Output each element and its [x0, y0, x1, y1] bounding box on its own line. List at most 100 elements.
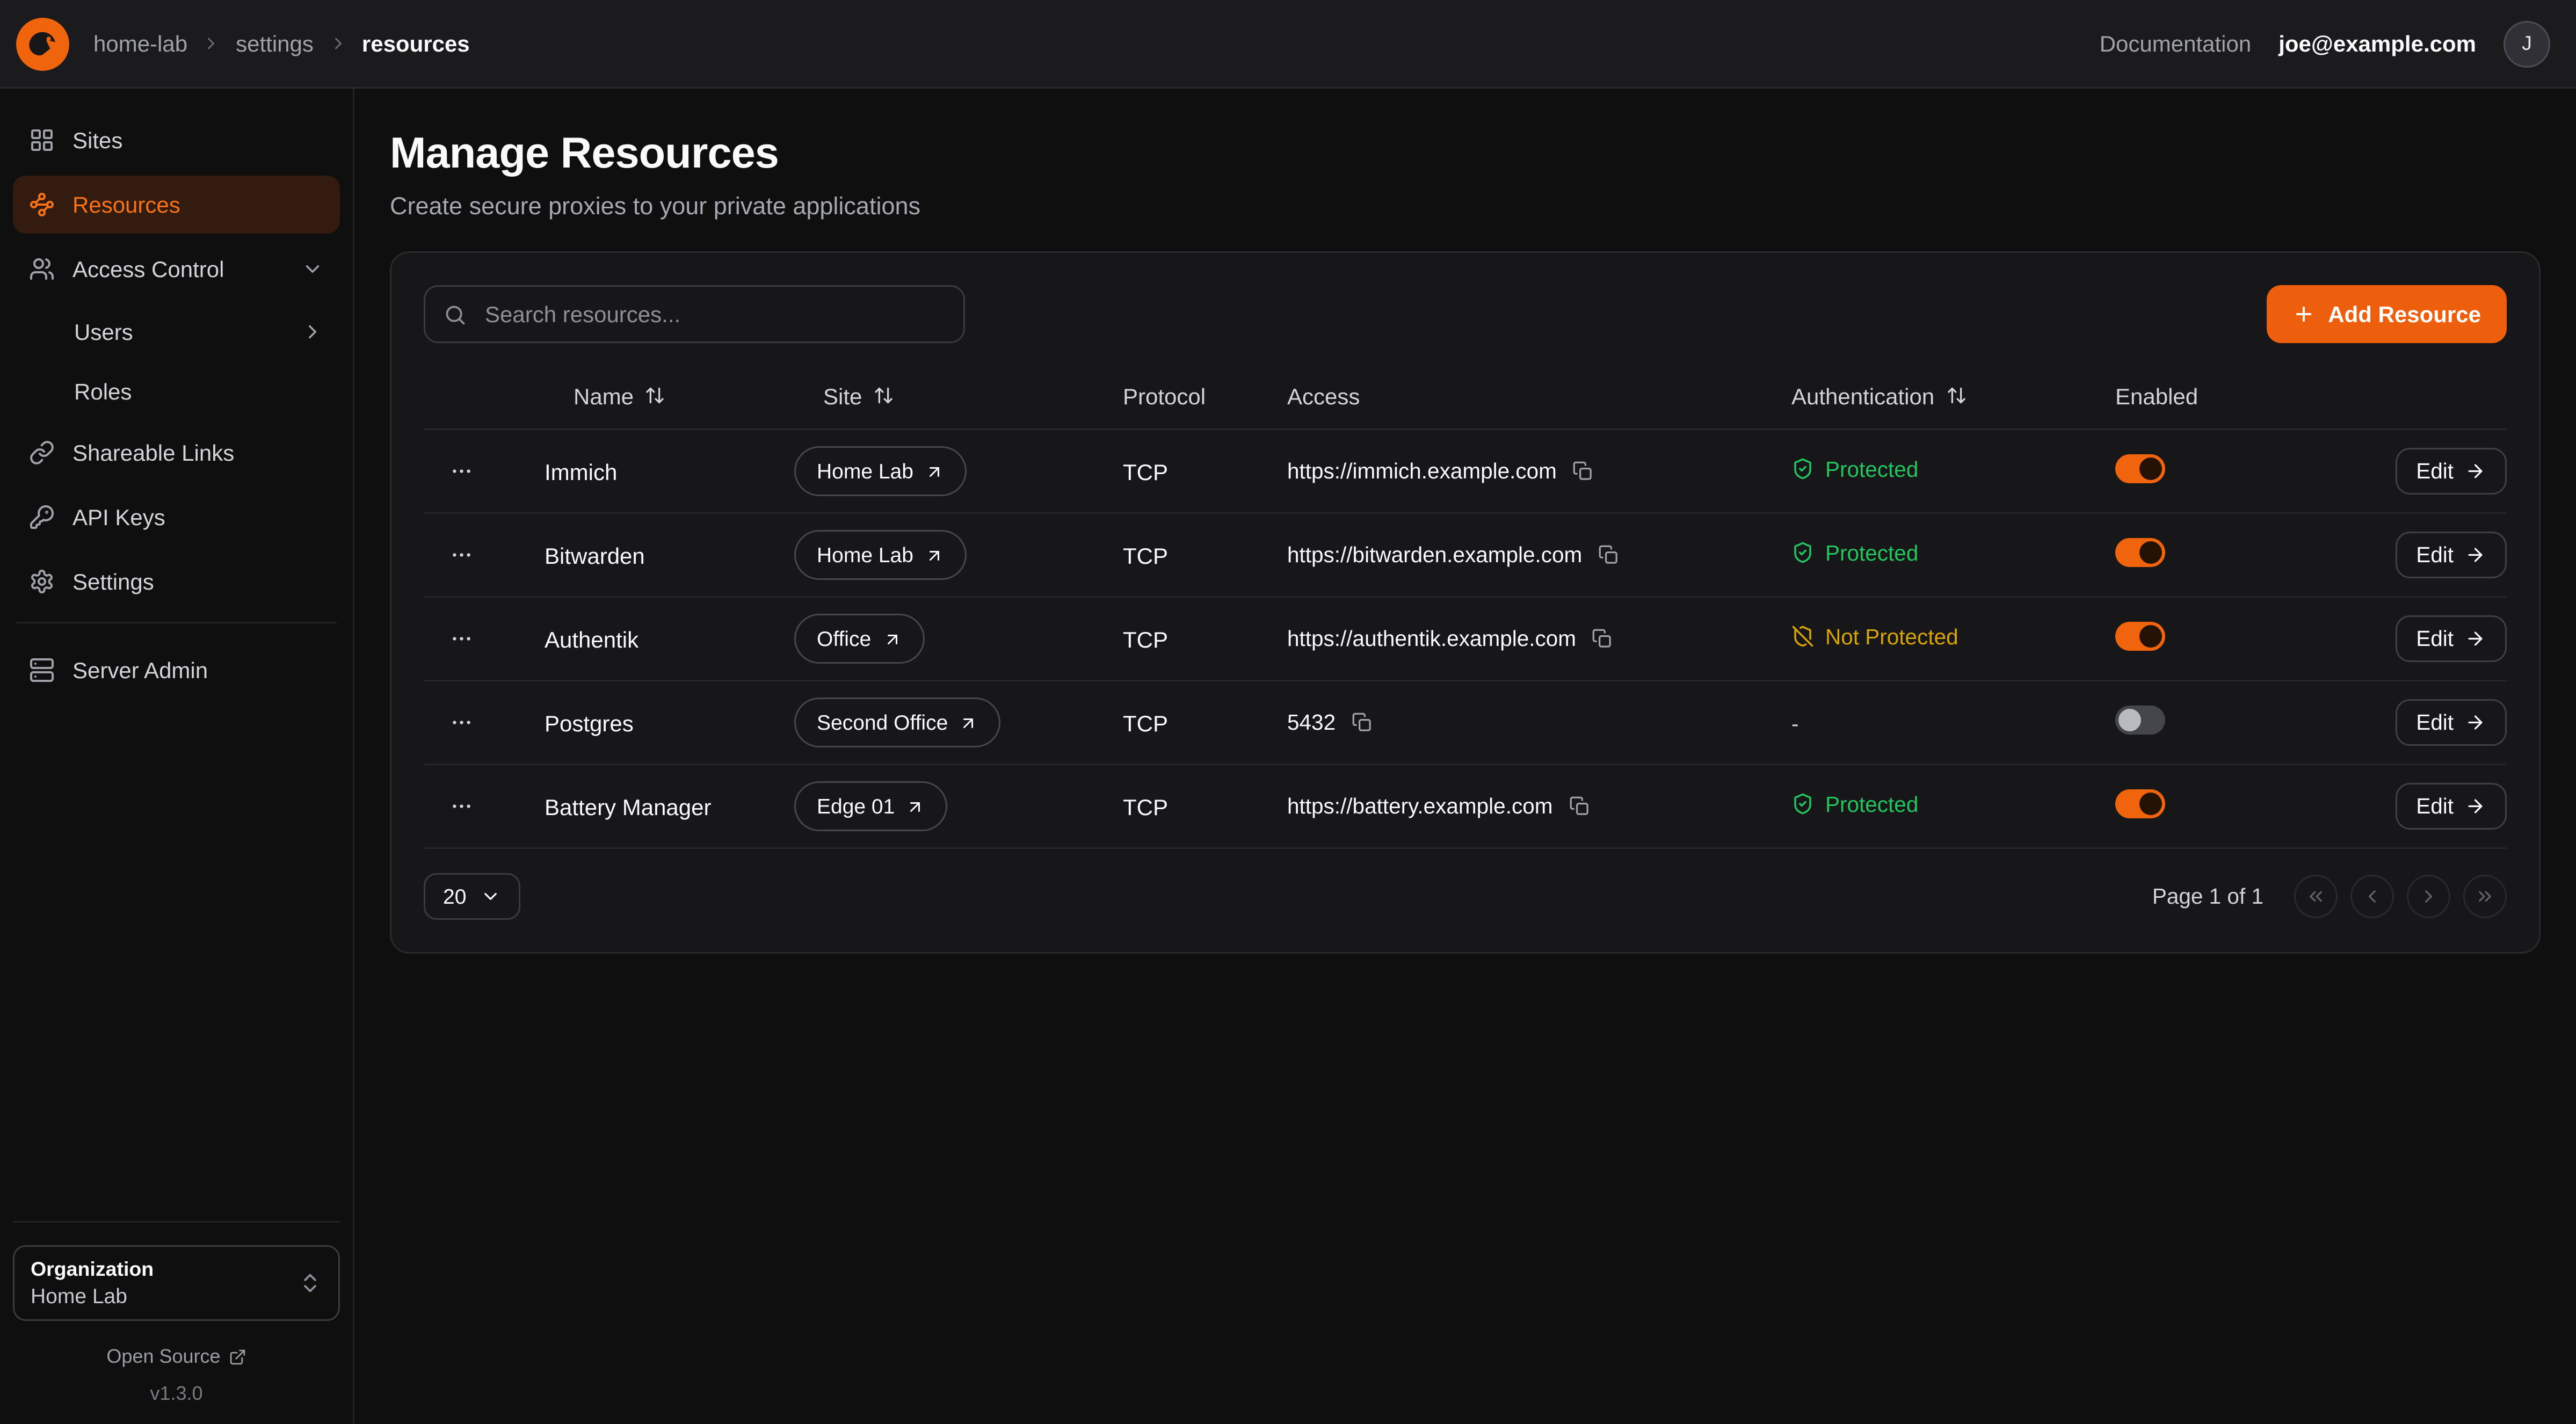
sort-icon — [1946, 385, 1967, 406]
copy-button[interactable] — [1598, 544, 1619, 565]
breadcrumb-settings[interactable]: settings — [236, 31, 314, 56]
enabled-cell — [2115, 706, 2338, 739]
sidebar-item-access-control[interactable]: Access Control — [13, 240, 340, 298]
copy-button[interactable] — [1573, 461, 1594, 482]
copy-icon — [1598, 544, 1619, 565]
breadcrumb-current: resources — [362, 31, 470, 56]
access-cell: https://authentik.example.com — [1287, 627, 1791, 651]
edit-button[interactable]: Edit — [2395, 448, 2507, 495]
chevrons-left-icon — [2305, 886, 2326, 907]
protocol-cell: TCP — [1123, 794, 1287, 819]
topbar: home-lab settings resources Documentatio… — [0, 0, 2576, 89]
site-name: Home Lab — [817, 543, 913, 567]
column-header-name[interactable]: Name — [545, 383, 794, 409]
topbar-left: home-lab settings resources — [16, 17, 470, 70]
column-header-authentication[interactable]: Authentication — [1791, 383, 2115, 409]
enabled-toggle[interactable] — [2115, 454, 2165, 483]
sidebar-item-label: Roles — [74, 379, 132, 404]
grid-icon — [29, 127, 55, 153]
column-header-access: Access — [1287, 383, 1791, 409]
row-menu-cell — [424, 543, 545, 567]
previous-page-button[interactable] — [2350, 875, 2394, 918]
chevron-down-icon — [301, 258, 324, 280]
table-row: Immich Home Lab TCP https://immich.examp… — [424, 430, 2507, 514]
resources-card: Add Resource Name Site — [390, 251, 2541, 954]
sidebar-item-roles[interactable]: Roles — [13, 364, 340, 419]
chevrons-up-down-icon — [298, 1271, 322, 1295]
sidebar-item-sites[interactable]: Sites — [13, 111, 340, 169]
authentication-cell: Not Protected — [1791, 624, 2115, 653]
breadcrumb-org[interactable]: home-lab — [93, 31, 187, 56]
edit-button[interactable]: Edit — [2395, 783, 2507, 830]
ellipsis-icon — [449, 627, 474, 651]
add-resource-label: Add Resource — [2328, 301, 2481, 327]
column-label: Authentication — [1791, 383, 1934, 409]
table-body: Immich Home Lab TCP https://immich.examp… — [424, 430, 2507, 849]
next-page-button[interactable] — [2407, 875, 2450, 918]
column-label: Protocol — [1123, 383, 1206, 409]
site-link-button[interactable]: Home Lab — [794, 446, 967, 496]
sidebar-item-settings[interactable]: Settings — [13, 553, 340, 611]
organization-label: Organization — [31, 1258, 154, 1281]
arrow-up-right-icon — [925, 546, 944, 565]
avatar[interactable]: J — [2504, 20, 2550, 67]
edit-button[interactable]: Edit — [2395, 532, 2507, 578]
page-title: Manage Resources — [390, 129, 2541, 179]
page-size-select[interactable]: 20 — [424, 873, 521, 920]
protocol-cell: TCP — [1123, 626, 1287, 652]
sidebar-item-shareable-links[interactable]: Shareable Links — [13, 424, 340, 482]
enabled-cell — [2115, 789, 2338, 823]
edit-button[interactable]: Edit — [2395, 699, 2507, 746]
enabled-toggle[interactable] — [2115, 789, 2165, 818]
sidebar-item-resources[interactable]: Resources — [13, 176, 340, 234]
column-label: Enabled — [2115, 383, 2198, 409]
access-cell: 5432 — [1287, 710, 1791, 735]
row-menu-button[interactable] — [424, 710, 474, 735]
column-label: Site — [823, 383, 862, 409]
page-info: Page 1 of 1 — [2152, 884, 2263, 909]
site-link-button[interactable]: Edge 01 — [794, 781, 948, 831]
main-content: Manage Resources Create secure proxies t… — [354, 89, 2576, 1424]
sidebar-item-users[interactable]: Users — [13, 304, 340, 359]
shield-check-icon — [1791, 542, 1814, 564]
column-header-site[interactable]: Site — [794, 383, 1123, 409]
enabled-toggle[interactable] — [2115, 538, 2165, 567]
site-link-button[interactable]: Second Office — [794, 698, 1001, 747]
row-menu-button[interactable] — [424, 627, 474, 651]
row-menu-button[interactable] — [424, 794, 474, 818]
enabled-toggle[interactable] — [2115, 706, 2165, 735]
toggle-knob — [2139, 625, 2162, 648]
copy-button[interactable] — [1592, 628, 1613, 649]
body-row: Sites Resources Access Control Users — [0, 89, 2576, 1424]
edit-button[interactable]: Edit — [2395, 615, 2507, 662]
access-url: https://bitwarden.example.com — [1287, 543, 1582, 567]
copy-button[interactable] — [1569, 796, 1590, 817]
edit-label: Edit — [2416, 794, 2454, 818]
chevrons-right-icon — [2475, 886, 2495, 907]
search-input[interactable] — [482, 300, 946, 329]
chevron-left-icon — [2362, 886, 2383, 907]
ellipsis-icon — [449, 794, 474, 818]
first-page-button[interactable] — [2294, 875, 2338, 918]
add-resource-button[interactable]: Add Resource — [2267, 285, 2507, 343]
last-page-button[interactable] — [2463, 875, 2507, 918]
auth-status-label: Protected — [1825, 457, 1918, 481]
site-link-button[interactable]: Home Lab — [794, 530, 967, 580]
documentation-link[interactable]: Documentation — [2100, 31, 2252, 56]
ellipsis-icon — [449, 543, 474, 567]
copy-button[interactable] — [1352, 712, 1373, 733]
auth-status-label: - — [1791, 711, 1799, 736]
sidebar-item-api-keys[interactable]: API Keys — [13, 488, 340, 546]
organization-selector[interactable]: Organization Home Lab — [13, 1245, 340, 1321]
row-menu-cell — [424, 710, 545, 735]
access-cell: https://bitwarden.example.com — [1287, 543, 1791, 567]
sidebar-item-server-admin[interactable]: Server Admin — [13, 641, 340, 699]
row-menu-button[interactable] — [424, 459, 474, 483]
open-source-link[interactable]: Open Source — [106, 1345, 246, 1368]
app-logo-icon[interactable] — [16, 17, 69, 70]
resource-name: Battery Manager — [545, 794, 794, 819]
row-menu-button[interactable] — [424, 543, 474, 567]
enabled-toggle[interactable] — [2115, 622, 2165, 651]
sidebar-item-label: Users — [74, 319, 133, 345]
site-link-button[interactable]: Office — [794, 614, 924, 664]
